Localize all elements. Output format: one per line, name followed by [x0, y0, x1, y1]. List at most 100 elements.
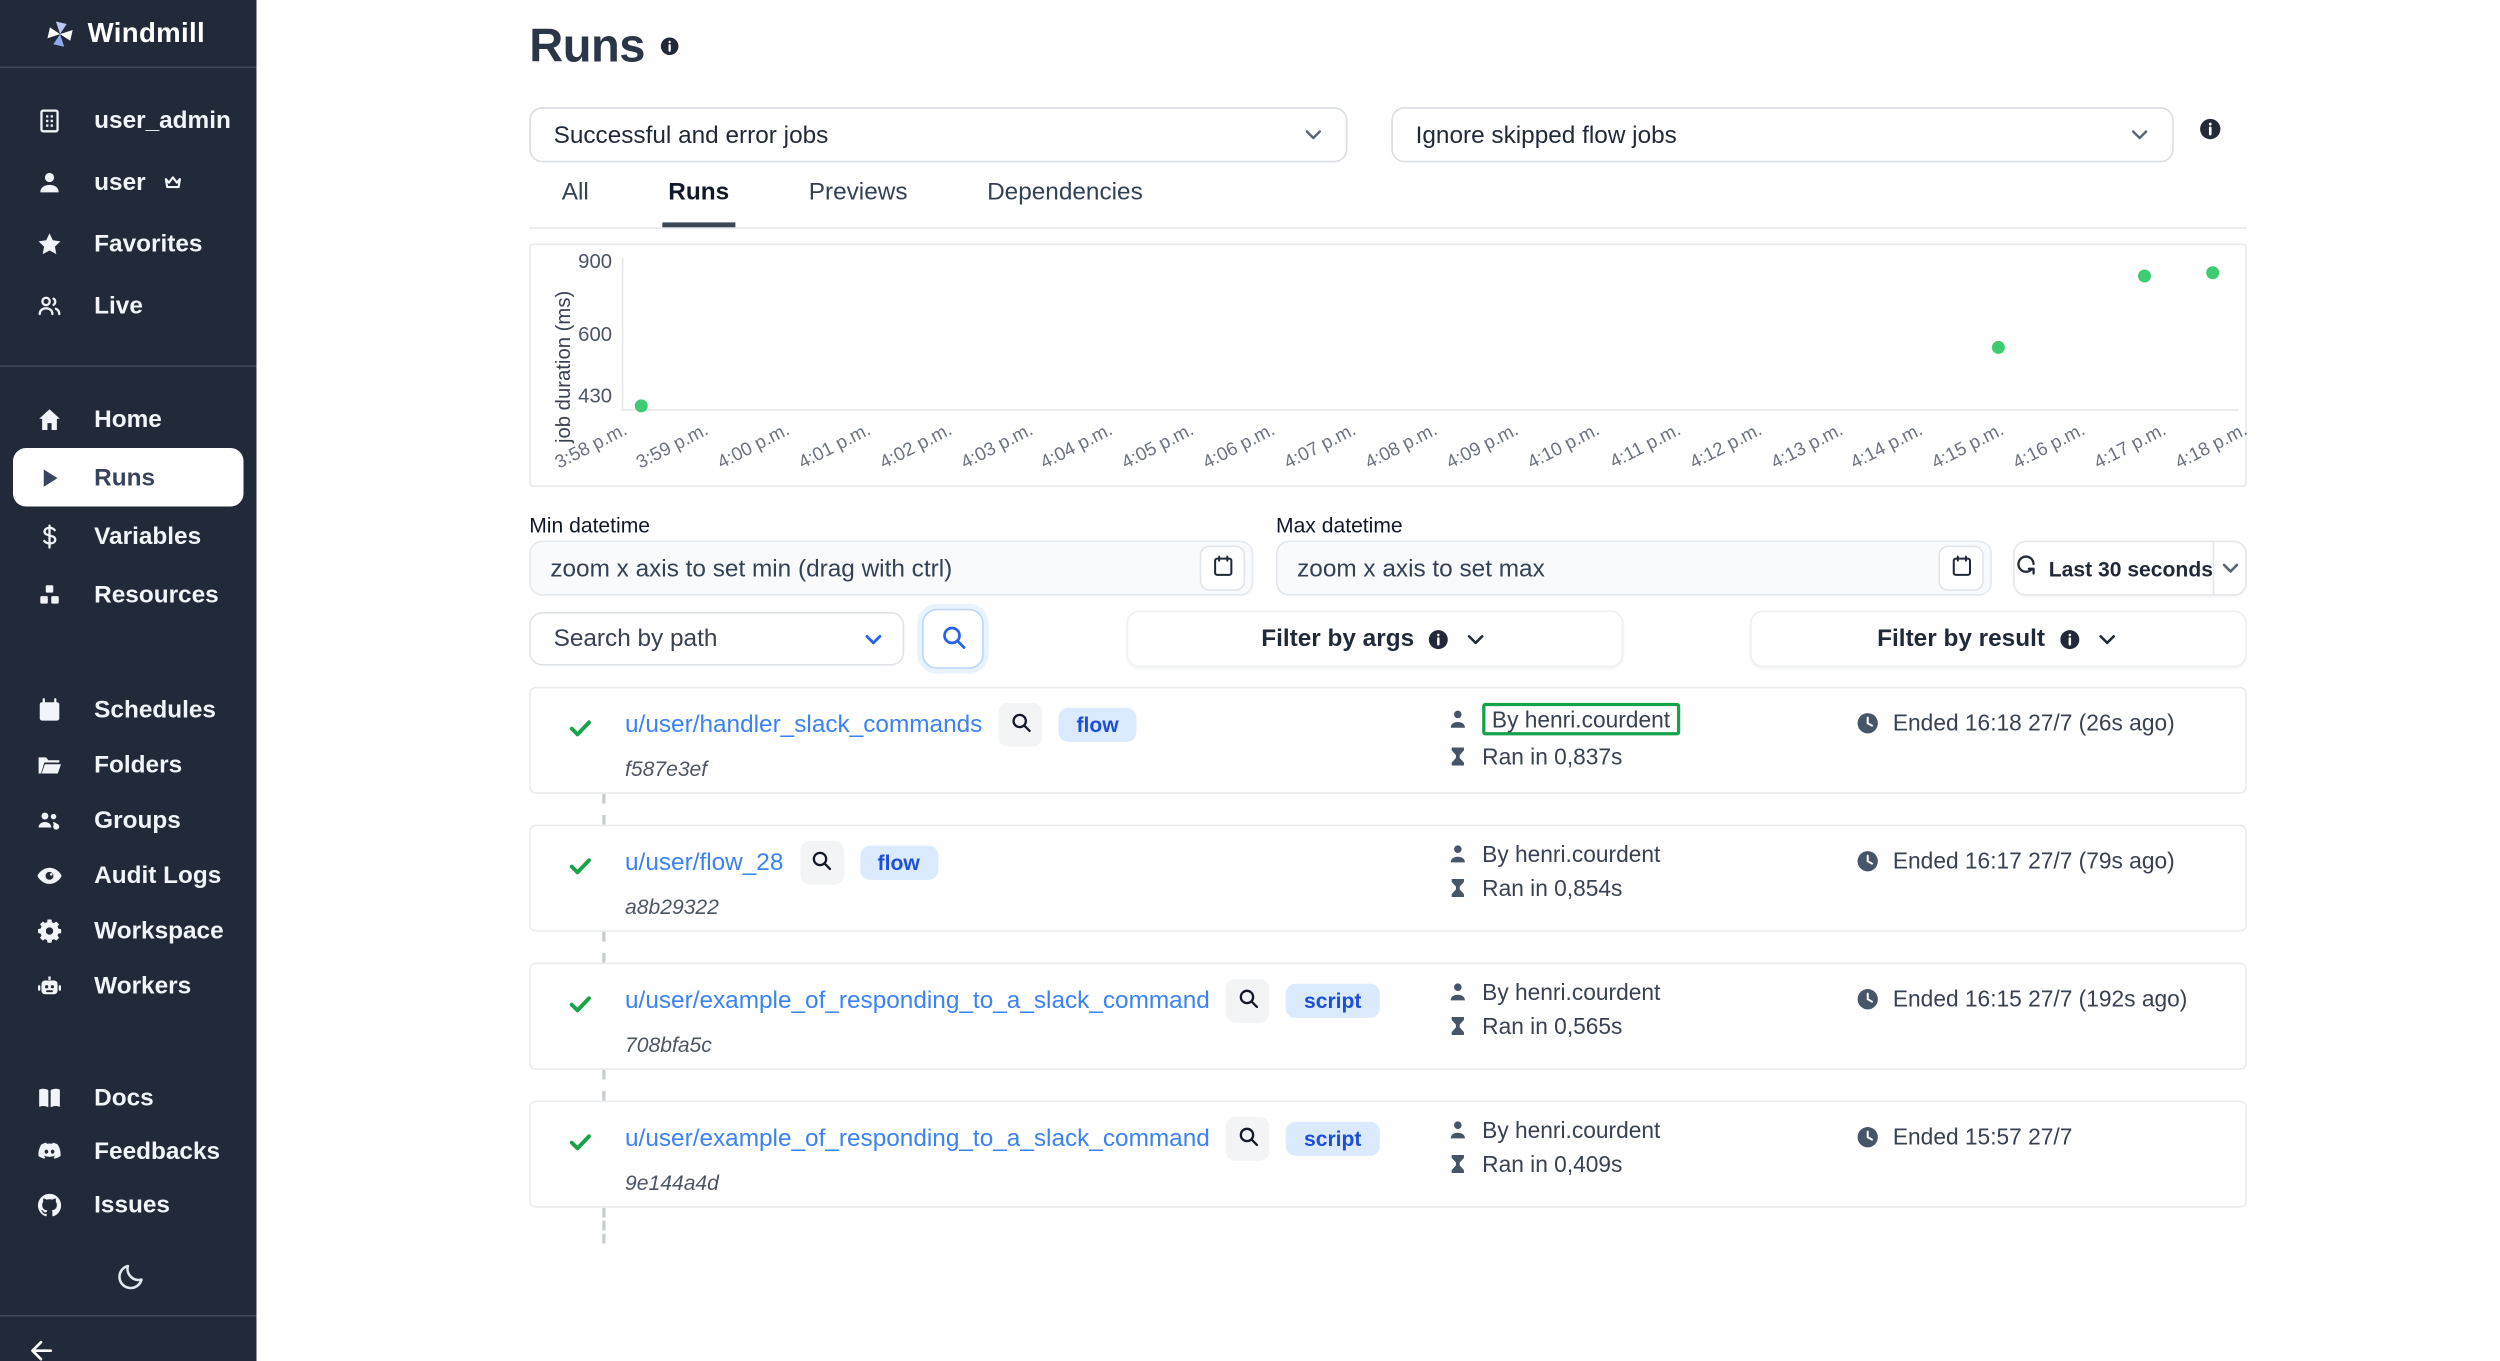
tab-previews[interactable]: Previews	[802, 166, 914, 228]
run-path-link[interactable]: u/user/example_of_responding_to_a_slack_…	[625, 1125, 1210, 1153]
theme-toggle-button[interactable]	[112, 1261, 148, 1297]
max-datetime-calendar-button[interactable]	[1938, 545, 1983, 590]
eye-icon	[34, 860, 63, 889]
run-duration: Ran in 0,837s	[1482, 744, 1622, 770]
chart-x-tick-label: 4:01 p.m.	[735, 420, 874, 504]
run-id: 708bfa5c	[625, 1032, 712, 1056]
person-icon	[1446, 708, 1469, 731]
filter-by-args-label: Filter by args	[1261, 625, 1414, 653]
hourglass-icon	[1446, 1153, 1469, 1176]
run-by: By henri.courdent	[1482, 979, 1660, 1005]
run-kind-badge: flow	[860, 846, 938, 880]
chart-x-tick-label: 4:15 p.m.	[1869, 420, 2008, 504]
windmill-app: Windmill user_adminuser Favorites Live Hom…	[0, 0, 2500, 1361]
app-logo[interactable]: Windmill	[0, 0, 256, 68]
info-icon[interactable]	[660, 36, 681, 57]
run-ended-text: Ended 16:15 27/7 (192s ago)	[1893, 985, 2187, 1011]
sidebar-item-variables[interactable]: Variables	[0, 507, 256, 565]
search-button[interactable]	[922, 609, 984, 669]
job-duration-chart[interactable]: job duration (ms) 9006004303:58 p.m.3:59…	[529, 244, 2247, 488]
users-icon	[34, 291, 63, 320]
sidebar-item-workspace[interactable]: Workspace	[0, 903, 256, 958]
info-icon[interactable]	[2198, 117, 2222, 141]
job-status-filter-select[interactable]: Successful and error jobs	[529, 107, 1347, 162]
run-row[interactable]: u/user/flow_28flowa8b29322By henri.courd…	[529, 825, 2247, 932]
run-path-link[interactable]: u/user/handler_slack_commands	[625, 711, 982, 739]
sidebar-item-label: Favorites	[94, 230, 202, 258]
filter-by-result-button[interactable]: Filter by result	[1750, 610, 2247, 667]
max-datetime-input[interactable]: zoom x axis to set max	[1276, 541, 1992, 596]
success-check-icon	[567, 852, 595, 880]
hourglass-icon	[1446, 745, 1469, 768]
chart-y-axis-label: job duration (ms)	[552, 269, 575, 464]
run-row[interactable]: u/user/example_of_responding_to_a_slack_…	[529, 963, 2247, 1070]
time-range-button[interactable]: Last 30 seconds	[2015, 542, 2213, 594]
search-mode-select[interactable]: Search by path	[529, 612, 904, 666]
clock-icon	[1856, 710, 1880, 734]
play-icon	[34, 463, 63, 492]
min-datetime-calendar-button[interactable]	[1200, 545, 1245, 590]
skipped-flow-filter-select[interactable]: Ignore skipped flow jobs	[1391, 107, 2173, 162]
sidebar-item-audit-logs[interactable]: Audit Logs	[0, 847, 256, 902]
chevron-down-icon	[860, 626, 886, 652]
skipped-flow-filter-value: Ignore skipped flow jobs	[1416, 121, 2127, 149]
cubes-icon	[34, 580, 63, 609]
sidebar-item-docs[interactable]: Docs	[0, 1071, 256, 1125]
sidebar-item-user-admin[interactable]: user_admin	[0, 89, 256, 151]
run-meta: By henri.courdentRan in 0,854s	[1446, 841, 1660, 901]
sidebar-divider	[0, 1315, 256, 1317]
moon-icon	[114, 1273, 145, 1297]
sidebar-item-user[interactable]: user	[0, 151, 256, 213]
sidebar-item-issues[interactable]: Issues	[0, 1179, 256, 1233]
run-inspect-button[interactable]	[800, 841, 844, 885]
run-timeline-connector	[602, 794, 605, 825]
chart-data-point[interactable]	[1992, 341, 2005, 354]
dollar-icon	[34, 521, 63, 550]
run-inspect-button[interactable]	[999, 703, 1043, 747]
run-inspect-button[interactable]	[1226, 979, 1270, 1023]
tab-dependencies[interactable]: Dependencies	[981, 166, 1150, 228]
run-main-line: u/user/example_of_responding_to_a_slack_…	[625, 1117, 1379, 1161]
chart-x-tick-label: 4:07 p.m.	[1221, 420, 1360, 504]
min-datetime-input[interactable]: zoom x axis to set min (drag with ctrl)	[529, 541, 1253, 596]
sidebar-item-label: Docs	[94, 1084, 154, 1112]
sidebar-item-folders[interactable]: Folders	[0, 737, 256, 792]
sidebar: Windmill user_adminuser Favorites Live Hom…	[0, 0, 256, 1361]
sidebar-item-schedules[interactable]: Schedules	[0, 682, 256, 737]
time-range-dropdown-button[interactable]	[2213, 542, 2245, 594]
collapse-sidebar-button[interactable]	[24, 1336, 60, 1361]
calendar-icon	[1210, 554, 1234, 583]
max-datetime-label: Max datetime	[1276, 513, 1403, 537]
filter-by-args-button[interactable]: Filter by args	[1127, 610, 1624, 667]
sidebar-item-label: Variables	[94, 522, 201, 550]
person-icon	[1446, 1119, 1469, 1142]
run-row[interactable]: u/user/example_of_responding_to_a_slack_…	[529, 1101, 2247, 1208]
run-inspect-button[interactable]	[1226, 1117, 1270, 1161]
chart-data-point[interactable]	[2206, 266, 2219, 279]
sidebar-item-home[interactable]: Home	[0, 390, 256, 448]
sidebar-item-live[interactable]: Live	[0, 274, 256, 336]
info-icon	[2058, 627, 2081, 650]
sidebar-item-resources[interactable]: Resources	[0, 565, 256, 623]
run-duration: Ran in 0,565s	[1482, 1013, 1622, 1039]
tab-all[interactable]: All	[555, 166, 595, 228]
chart-data-point[interactable]	[2138, 270, 2151, 283]
run-path-link[interactable]: u/user/example_of_responding_to_a_slack_…	[625, 987, 1210, 1015]
chart-y-tick: 430	[550, 385, 612, 408]
sidebar-item-favorites[interactable]: Favorites	[0, 213, 256, 275]
sidebar-item-feedbacks[interactable]: Feedbacks	[0, 1125, 256, 1179]
sidebar-item-label: Audit Logs	[94, 861, 221, 889]
building-icon	[34, 106, 63, 135]
run-kind-badge: flow	[1059, 708, 1137, 742]
tab-runs[interactable]: Runs	[662, 166, 736, 228]
runs-list: u/user/handler_slack_commandsflowf587e3e…	[529, 687, 2247, 1244]
sidebar-item-workers[interactable]: Workers	[0, 958, 256, 1013]
sidebar-item-groups[interactable]: Groups	[0, 792, 256, 847]
run-by: By henri.courdent	[1482, 1117, 1660, 1143]
app-logo-label: Windmill	[88, 17, 205, 49]
sidebar-item-label: Resources	[94, 580, 219, 608]
run-row[interactable]: u/user/handler_slack_commandsflowf587e3e…	[529, 687, 2247, 794]
sidebar-item-runs[interactable]: Runs	[13, 448, 244, 506]
clock-icon	[1856, 986, 1880, 1010]
run-path-link[interactable]: u/user/flow_28	[625, 849, 783, 877]
